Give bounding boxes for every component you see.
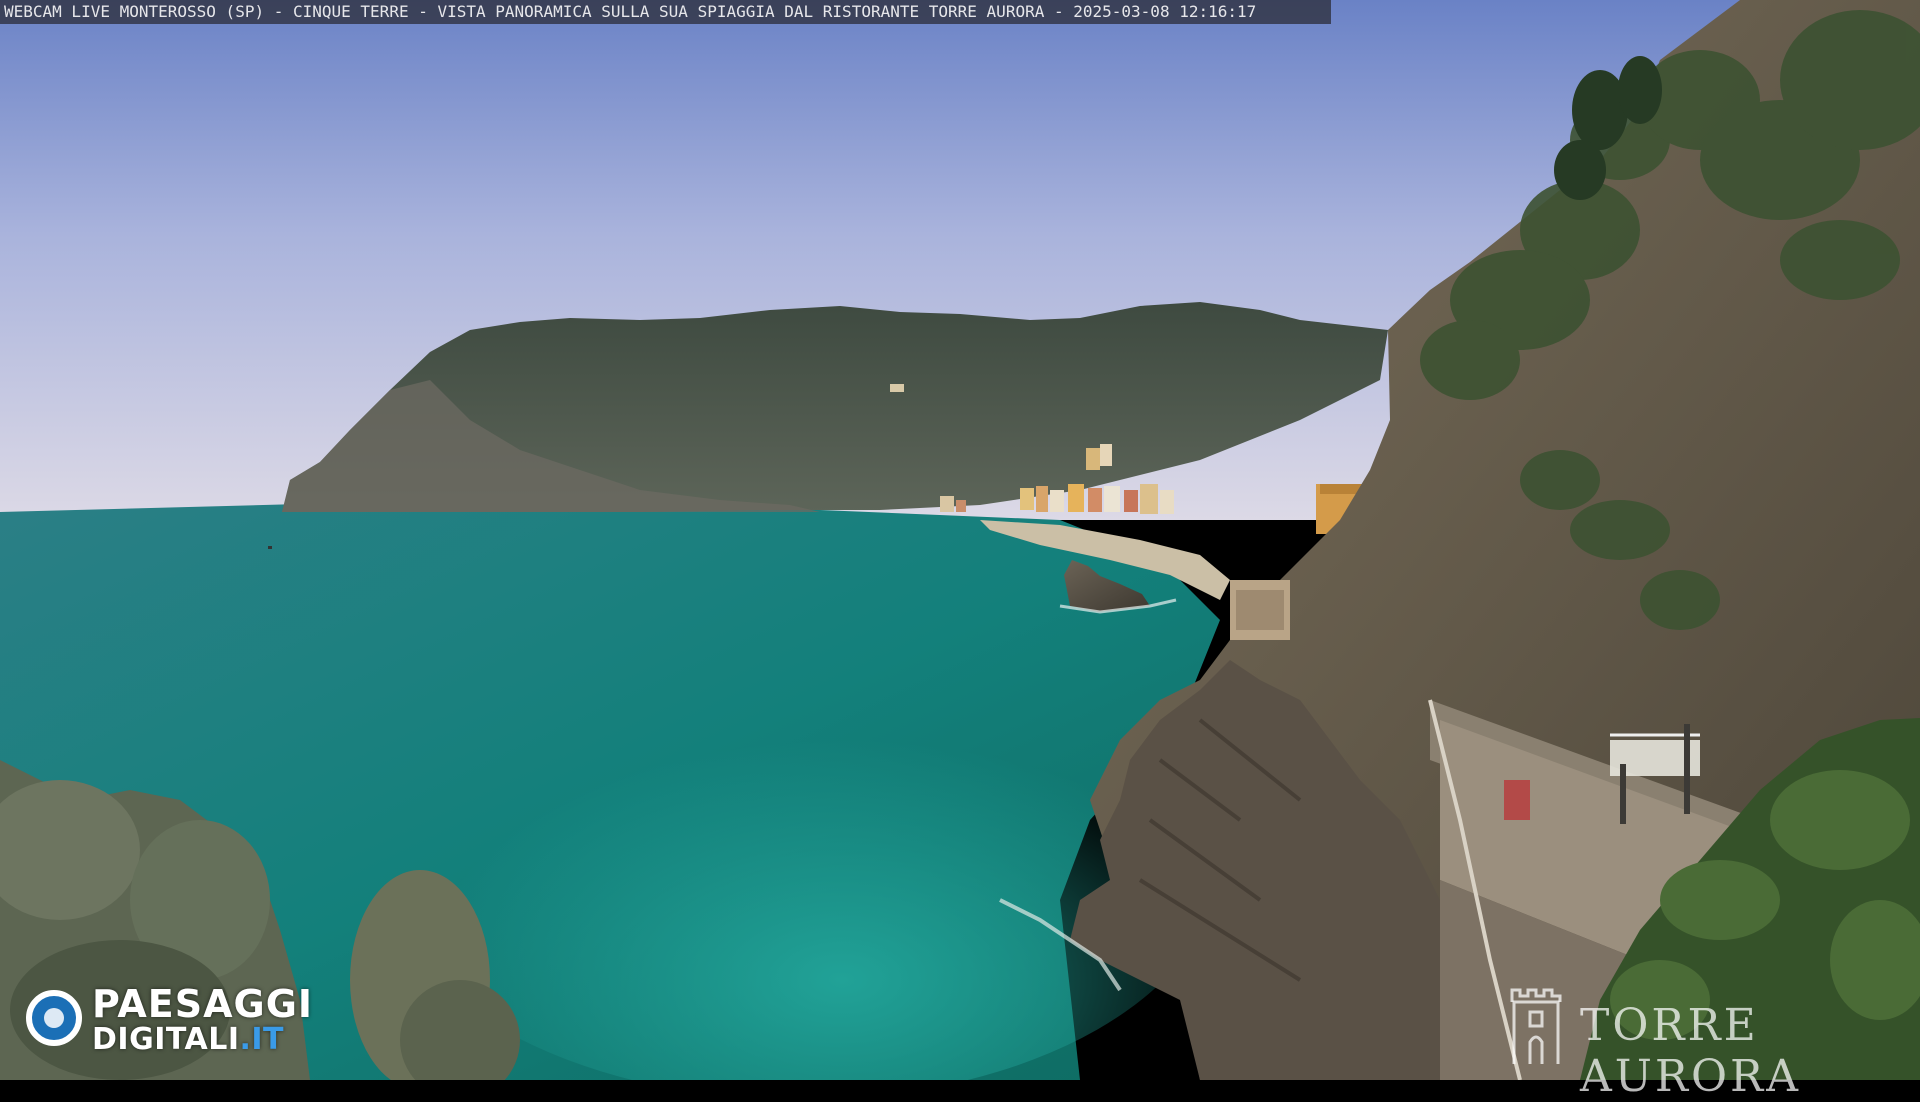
boat [268, 546, 272, 549]
logo-line-1: PAESAGGI [92, 982, 314, 1026]
camera-lens-icon [26, 990, 82, 1046]
logo-line-2-tld: .IT [239, 1022, 285, 1057]
venue-name: TORRE AURORA [1580, 1000, 1801, 1102]
webcam-caption: WEBCAM LIVE MONTEROSSO (SP) - CINQUE TER… [0, 0, 1331, 24]
torre-aurora-watermark: TORRE AURORA [1506, 982, 1906, 1102]
tower-icon [1510, 988, 1562, 1064]
logo-line-2-main: DIGITALI [92, 1022, 240, 1057]
paesaggi-digitali-logo: PAESAGGI DIGITALI.IT [26, 982, 336, 1058]
webcam-scene [0, 0, 1920, 1080]
logo-line-2: DIGITALI.IT [92, 1022, 284, 1057]
